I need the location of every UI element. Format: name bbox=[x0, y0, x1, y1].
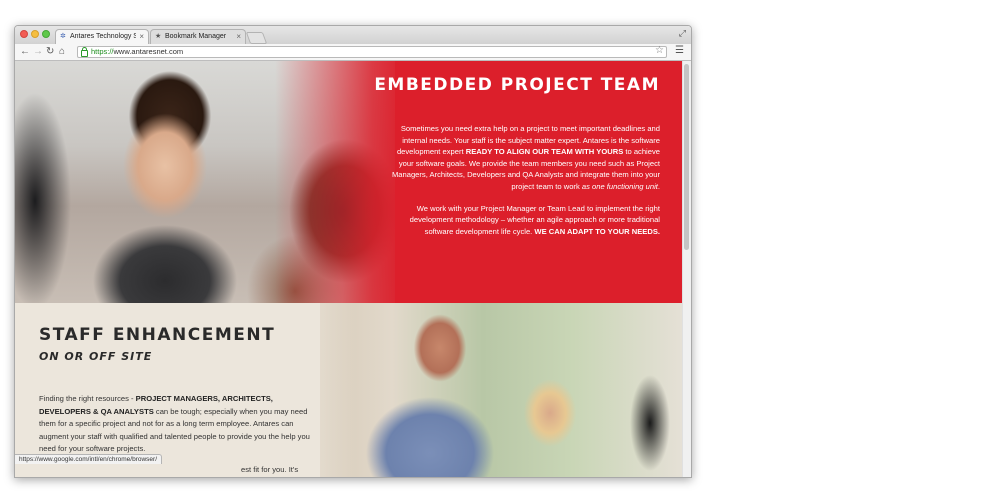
url-host: www.antaresnet.com bbox=[113, 47, 184, 56]
embedded-paragraph-1: Sometimes you need extra help on a proje… bbox=[382, 123, 660, 193]
close-tab-icon[interactable]: × bbox=[139, 30, 144, 43]
text: Finding the right resources - bbox=[39, 394, 136, 403]
back-arrow-icon[interactable]: ← bbox=[20, 45, 30, 59]
close-window-button[interactable] bbox=[20, 30, 28, 38]
tab-antares[interactable]: ✲ Antares Technology Solution × bbox=[55, 29, 149, 44]
new-tab-button[interactable] bbox=[245, 32, 268, 44]
tab-title: Bookmark Manager bbox=[165, 33, 227, 40]
tab-title: Antares Technology Solution bbox=[70, 33, 136, 40]
page-viewport[interactable]: EMBEDDED PROJECT TEAM Sometimes you need… bbox=[15, 61, 691, 477]
zoom-window-button[interactable] bbox=[42, 30, 50, 38]
embedded-title: EMBEDDED PROJECT TEAM bbox=[374, 75, 660, 95]
bookmark-star-icon[interactable]: ☆ bbox=[655, 44, 664, 58]
antares-favicon-icon: ✲ bbox=[60, 33, 66, 40]
menu-icon[interactable]: ☰ bbox=[675, 44, 684, 58]
staff-title: STAFF ENHANCEMENT bbox=[39, 325, 276, 345]
embedded-paragraph-2: We work with your Project Manager or Tea… bbox=[382, 203, 660, 238]
status-url-bubble: https://www.google.com/intl/en/chrome/br… bbox=[15, 454, 163, 464]
address-bar[interactable]: https://www.antaresnet.com bbox=[77, 46, 667, 58]
emphasis: WE CAN ADAPT TO YOUR NEEDS. bbox=[534, 226, 660, 236]
staff-body: Finding the right resources - PROJECT MA… bbox=[39, 393, 311, 456]
tab-strip: ✲ Antares Technology Solution × ★ Bookma… bbox=[15, 26, 691, 44]
emphasis: READY TO ALIGN OUR TEAM WITH YOURS bbox=[465, 147, 624, 157]
url-scheme: https:// bbox=[91, 47, 114, 56]
minimize-window-button[interactable] bbox=[31, 30, 39, 38]
fullscreen-icon[interactable]: ⤢ bbox=[679, 28, 686, 39]
home-icon[interactable]: ⌂ bbox=[59, 45, 65, 59]
embedded-project-team-section: EMBEDDED PROJECT TEAM Sometimes you need… bbox=[15, 61, 682, 303]
vertical-scrollbar[interactable] bbox=[682, 61, 691, 477]
tab-bookmark-manager[interactable]: ★ Bookmark Manager × bbox=[150, 29, 246, 44]
office-photo bbox=[320, 303, 682, 477]
emphasis: as one functioning unit bbox=[581, 181, 658, 191]
close-tab-icon[interactable]: × bbox=[236, 30, 241, 43]
scrollbar-thumb[interactable] bbox=[684, 64, 689, 250]
embedded-body: Sometimes you need extra help on a proje… bbox=[382, 123, 660, 247]
reload-icon[interactable]: ↻ bbox=[46, 45, 54, 59]
browser-toolbar: ← → ↻ ⌂ https://www.antaresnet.com ☆ ☰ bbox=[15, 44, 691, 61]
lock-icon bbox=[81, 47, 88, 57]
forward-arrow-icon[interactable]: → bbox=[33, 45, 43, 59]
staff-subtitle: ON OR OFF SITE bbox=[39, 350, 153, 363]
staff-body-continued: est fit for you. It's bbox=[241, 465, 299, 474]
text: . bbox=[657, 181, 660, 191]
staff-enhancement-section: STAFF ENHANCEMENT ON OR OFF SITE Finding… bbox=[15, 303, 682, 477]
star-icon: ★ bbox=[155, 33, 162, 40]
browser-window: ✲ Antares Technology Solution × ★ Bookma… bbox=[14, 25, 692, 478]
